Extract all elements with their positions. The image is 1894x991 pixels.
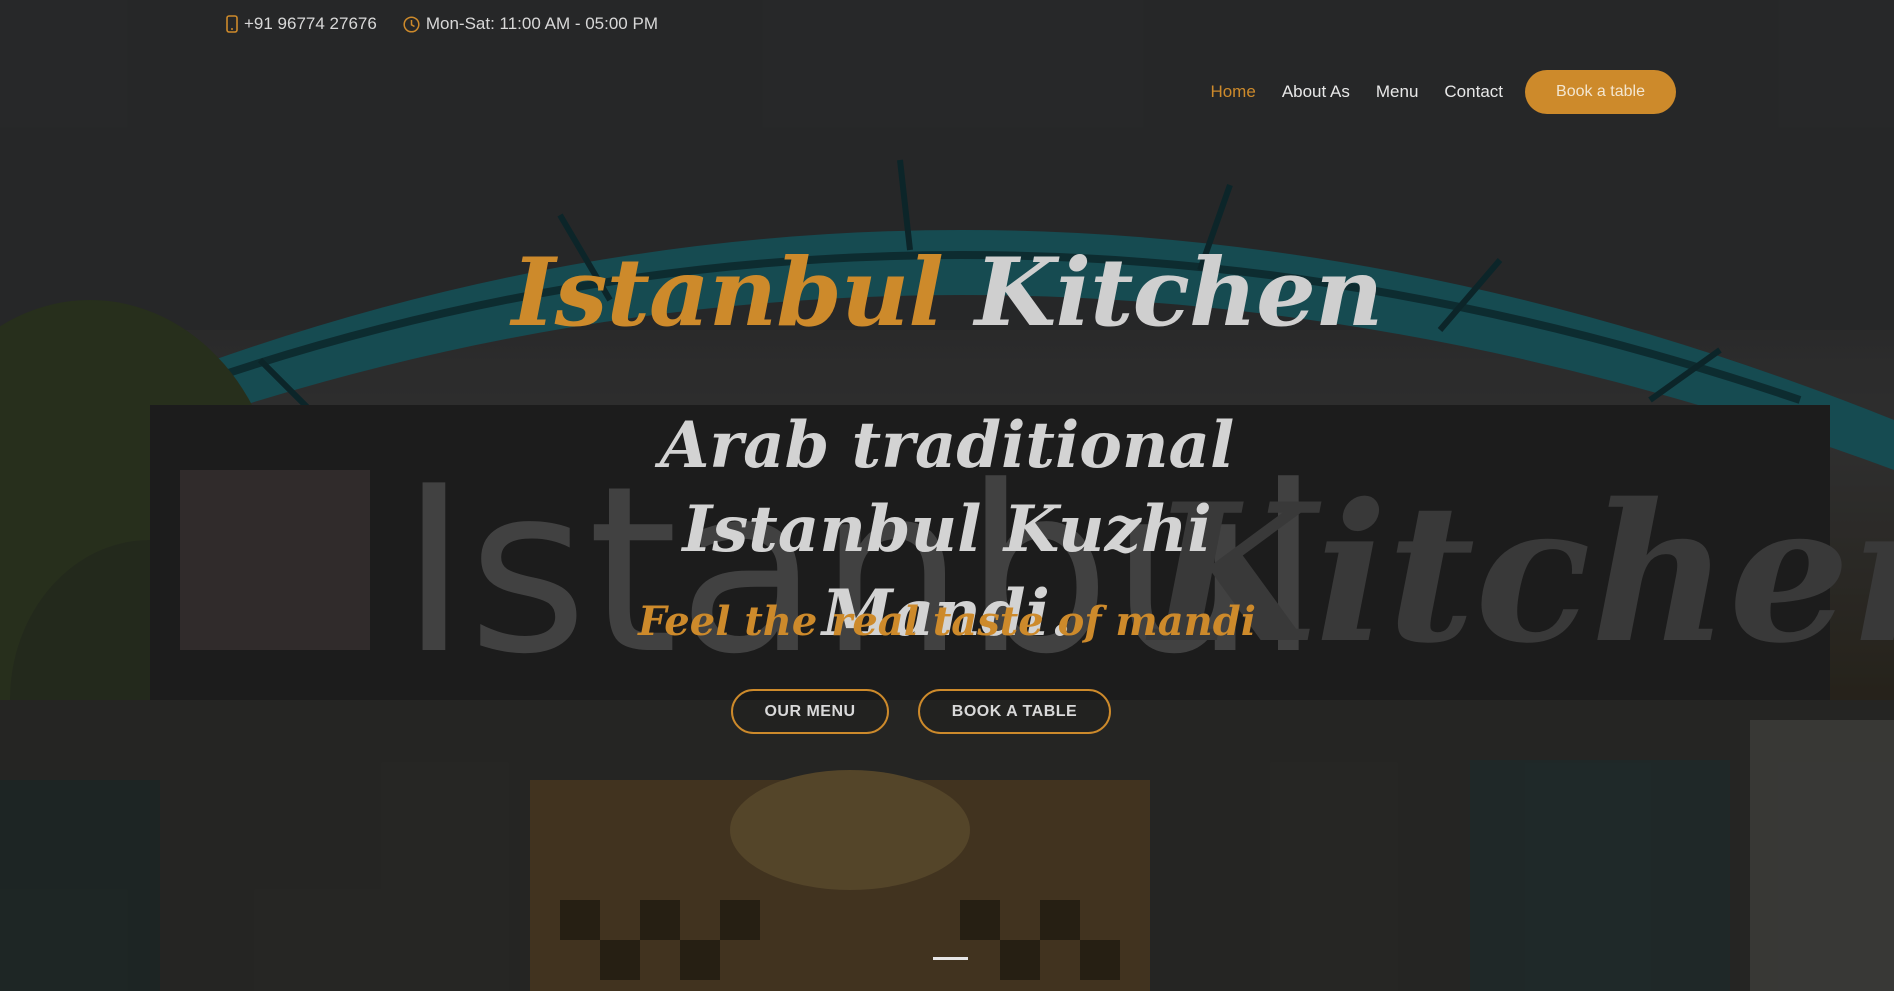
top-info-bar: +91 96774 27676 Mon-Sat: 11:00 AM - 05:0… [226,14,658,34]
brand-second-word: Kitchen [974,238,1384,348]
phone-contact: +91 96774 27676 [226,14,377,34]
phone-number[interactable]: +91 96774 27676 [244,14,377,34]
clock-icon [403,15,420,33]
book-a-table-button[interactable]: BOOK A TABLE [918,689,1111,734]
mobile-phone-icon [226,15,238,33]
book-table-button[interactable]: Book a table [1525,70,1676,114]
hero-brand-title: Istanbul Kitchen [0,238,1894,348]
brand-first-word: Istanbul [511,238,944,348]
hero-subtagline: Feel the real taste of mandi [638,598,1256,645]
nav-item-about[interactable]: About As [1282,82,1350,102]
our-menu-button[interactable]: OUR MENU [731,689,889,734]
opening-hours: Mon-Sat: 11:00 AM - 05:00 PM [403,14,658,34]
nav-item-home[interactable]: Home [1210,82,1255,102]
nav-item-menu[interactable]: Menu [1376,82,1419,102]
main-nav: Home About As Menu Contact Book a table [1210,70,1676,114]
nav-item-contact[interactable]: Contact [1444,82,1503,102]
slider-indicator[interactable] [933,957,968,960]
hours-text: Mon-Sat: 11:00 AM - 05:00 PM [425,14,658,33]
hero-cta-row: OUR MENU BOOK A TABLE [0,689,1894,734]
